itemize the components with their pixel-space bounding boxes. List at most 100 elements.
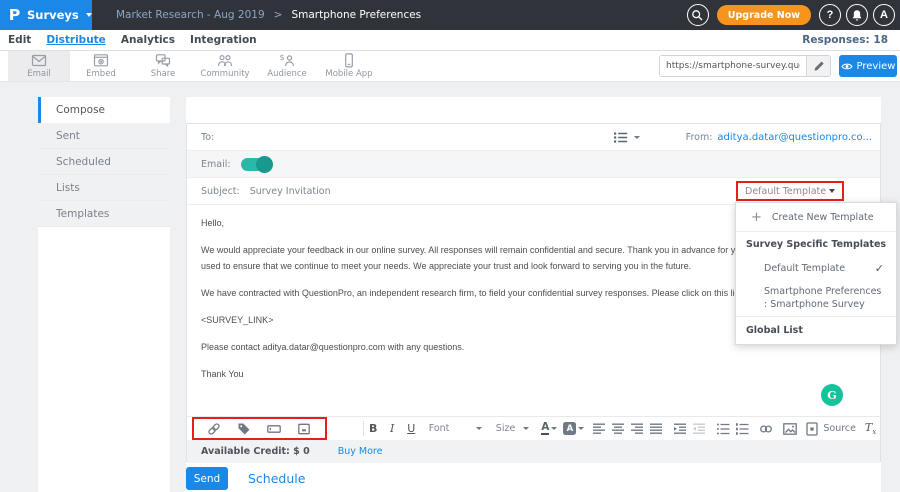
responses-count[interactable]: Responses: 18 [802,34,892,46]
help-icon: ? [827,9,834,21]
channel-tab-email[interactable]: Email [8,51,70,81]
source-label: Source [823,423,856,434]
channel-tab-mobile-app[interactable]: Mobile App [318,51,380,81]
subject-label: Subject: [201,186,240,197]
hyperlink-button[interactable] [757,419,774,439]
insert-image-button[interactable] [781,419,798,439]
template-select[interactable]: Default Template [736,181,844,201]
create-template-label: Create New Template [772,212,874,223]
edit-url-button[interactable] [806,56,830,76]
chevron-down-icon [829,189,835,193]
menu-item-default-template[interactable]: Default Template ✓ [736,257,896,280]
menu-section-survey-specific: Survey Specific Templates [736,232,896,257]
notifications-button[interactable] [846,4,868,26]
subject-value[interactable]: Survey Invitation [250,186,331,197]
source-button[interactable]: Source [805,422,856,436]
edit-pencil-icon [813,60,825,72]
sidebar-item-sent[interactable]: Sent [38,123,170,149]
nav-item-integration[interactable]: Integration [190,34,257,46]
insert-tag-button[interactable] [236,419,253,439]
numbered-list-icon [735,422,749,436]
schedule-link[interactable]: Schedule [248,471,305,486]
sidebar-item-lists[interactable]: Lists [38,175,170,201]
default-template-label: Default Template [764,263,845,274]
send-button[interactable]: Send [186,467,228,490]
from-email-value[interactable]: aditya.datar@questionpro.co... [717,132,872,143]
svg-text:$: $ [280,53,285,62]
channel-tab-audience[interactable]: $ Audience [256,51,318,81]
text-color-button[interactable]: A [541,422,557,435]
chevron-down-icon [476,427,482,430]
menu-section-global-list[interactable]: Global List [736,316,896,344]
credit-bar: Available Credit: $ 0 Buy More [187,440,880,463]
bold-button[interactable]: B [365,419,382,439]
channel-label: Community [200,69,249,79]
image-icon [783,422,797,436]
breadcrumb-survey-name[interactable]: Smartphone Preferences [291,9,421,21]
background-color-button[interactable]: A [563,422,584,435]
insert-tools-annotation-box [192,417,327,440]
text-field-icon [267,422,281,436]
bullet-list-button[interactable] [714,419,731,439]
remove-format-button[interactable]: Tx [862,419,879,439]
chevron-down-icon [551,427,557,430]
sidebar-item-templates[interactable]: Templates [38,201,170,227]
survey-url-input[interactable] [660,56,806,76]
share-icon [155,53,171,68]
search-button[interactable] [687,4,709,26]
nav-item-distribute[interactable]: Distribute [46,34,106,46]
email-icon [31,53,47,68]
channel-label: Email [27,69,51,79]
indent-button[interactable] [671,419,688,439]
align-right-button[interactable] [628,419,645,439]
send-actions: Send Schedule [186,467,305,490]
surveys-menu[interactable]: P Surveys [0,0,92,30]
sidebar-item-scheduled[interactable]: Scheduled [38,149,170,175]
insert-text-field-button[interactable] [266,419,283,439]
outdent-icon [692,422,706,436]
nav-item-analytics[interactable]: Analytics [121,34,175,46]
survey-url-field [659,55,831,77]
email-toggle[interactable] [241,158,271,171]
recipient-list-caret-icon[interactable] [634,136,640,139]
email-toggle-row: Email: [187,151,880,178]
grammarly-icon[interactable]: G [821,384,843,406]
italic-button[interactable]: I [384,419,401,439]
align-left-button[interactable] [590,419,607,439]
preview-button[interactable]: Preview [839,55,897,77]
channel-label: Mobile App [325,69,372,79]
menu-item-create-new-template[interactable]: + Create New Template [736,203,896,232]
product-name: Surveys [27,8,79,22]
nav-item-edit[interactable]: Edit [8,34,31,46]
channel-tab-embed[interactable]: Embed [70,51,132,81]
account-button[interactable]: A [873,4,895,26]
channel-tab-share[interactable]: Share [132,51,194,81]
distribution-channels: Email Embed Share Community [0,51,900,82]
breadcrumb-folder[interactable]: Market Research - Aug 2019 [116,9,265,21]
align-center-button[interactable] [609,419,626,439]
channel-label: Embed [86,69,116,79]
recipient-list-icon[interactable] [613,131,628,144]
from-label: From: [686,132,713,143]
align-justify-button[interactable] [647,419,664,439]
font-select[interactable]: Font [429,423,482,434]
avatar: A [880,9,888,21]
outdent-button[interactable] [690,419,707,439]
help-button[interactable]: ? [819,4,841,26]
audience-icon: $ [279,53,295,68]
underline-button[interactable]: U [403,419,420,439]
sidebar-item-compose[interactable]: Compose [38,97,170,123]
to-label: To: [201,132,214,143]
size-select[interactable]: Size [496,423,529,434]
channel-tab-community[interactable]: Community [194,51,256,81]
breadcrumb: Market Research - Aug 2019 > Smartphone … [116,9,421,21]
align-center-icon [611,422,625,436]
numbered-list-button[interactable] [733,419,750,439]
menu-item-smartphone-preferences[interactable]: Smartphone Preferences : Smartphone Surv… [736,280,896,316]
email-label: Email: [201,159,231,170]
insert-button-button[interactable] [296,419,313,439]
insert-survey-link-button[interactable] [206,419,223,439]
to-actions: From: aditya.datar@questionpro.co... [613,131,872,144]
upgrade-now-button[interactable]: Upgrade Now [717,5,811,25]
buy-more-link[interactable]: Buy More [338,446,383,457]
